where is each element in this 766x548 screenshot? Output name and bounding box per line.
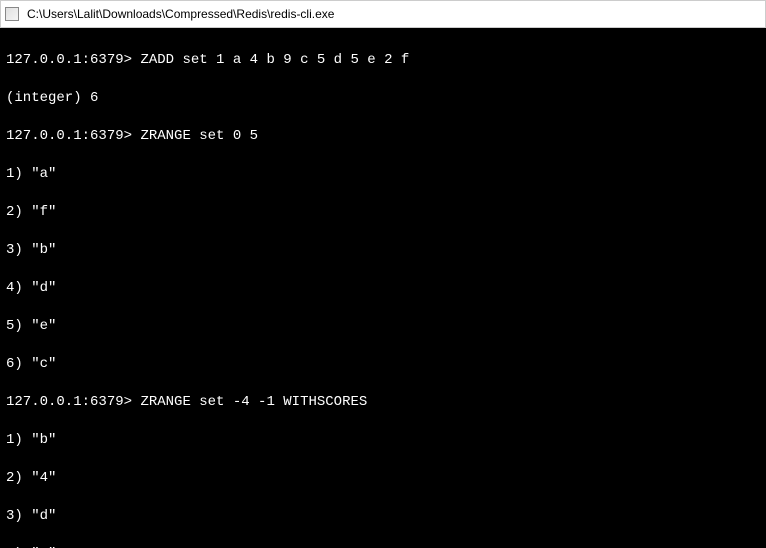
terminal-line: 2) "4" xyxy=(6,469,760,488)
terminal-line: 127.0.0.1:6379> ZRANGE set -4 -1 WITHSCO… xyxy=(6,393,760,412)
command-text: ZRANGE set -4 -1 WITHSCORES xyxy=(140,394,367,410)
terminal-line: 5) "e" xyxy=(6,317,760,336)
prompt: 127.0.0.1:6379> xyxy=(6,394,132,410)
terminal-line: 4) "d" xyxy=(6,279,760,298)
window-titlebar[interactable]: C:\Users\Lalit\Downloads\Compressed\Redi… xyxy=(0,0,766,28)
terminal-line: 3) "d" xyxy=(6,507,760,526)
terminal-line: 6) "c" xyxy=(6,355,760,374)
terminal-line: 1) "b" xyxy=(6,431,760,450)
prompt: 127.0.0.1:6379> xyxy=(6,128,132,144)
window-title: C:\Users\Lalit\Downloads\Compressed\Redi… xyxy=(27,7,334,21)
terminal-line: 3) "b" xyxy=(6,241,760,260)
app-icon xyxy=(5,7,19,21)
terminal-output[interactable]: 127.0.0.1:6379> ZADD set 1 a 4 b 9 c 5 d… xyxy=(0,28,766,548)
command-text: ZADD set 1 a 4 b 9 c 5 d 5 e 2 f xyxy=(140,52,409,68)
terminal-line: 127.0.0.1:6379> ZRANGE set 0 5 xyxy=(6,127,760,146)
prompt: 127.0.0.1:6379> xyxy=(6,52,132,68)
terminal-line: (integer) 6 xyxy=(6,89,760,108)
terminal-line: 1) "a" xyxy=(6,165,760,184)
terminal-line: 2) "f" xyxy=(6,203,760,222)
terminal-line: 127.0.0.1:6379> ZADD set 1 a 4 b 9 c 5 d… xyxy=(6,51,760,70)
command-text: ZRANGE set 0 5 xyxy=(140,128,258,144)
